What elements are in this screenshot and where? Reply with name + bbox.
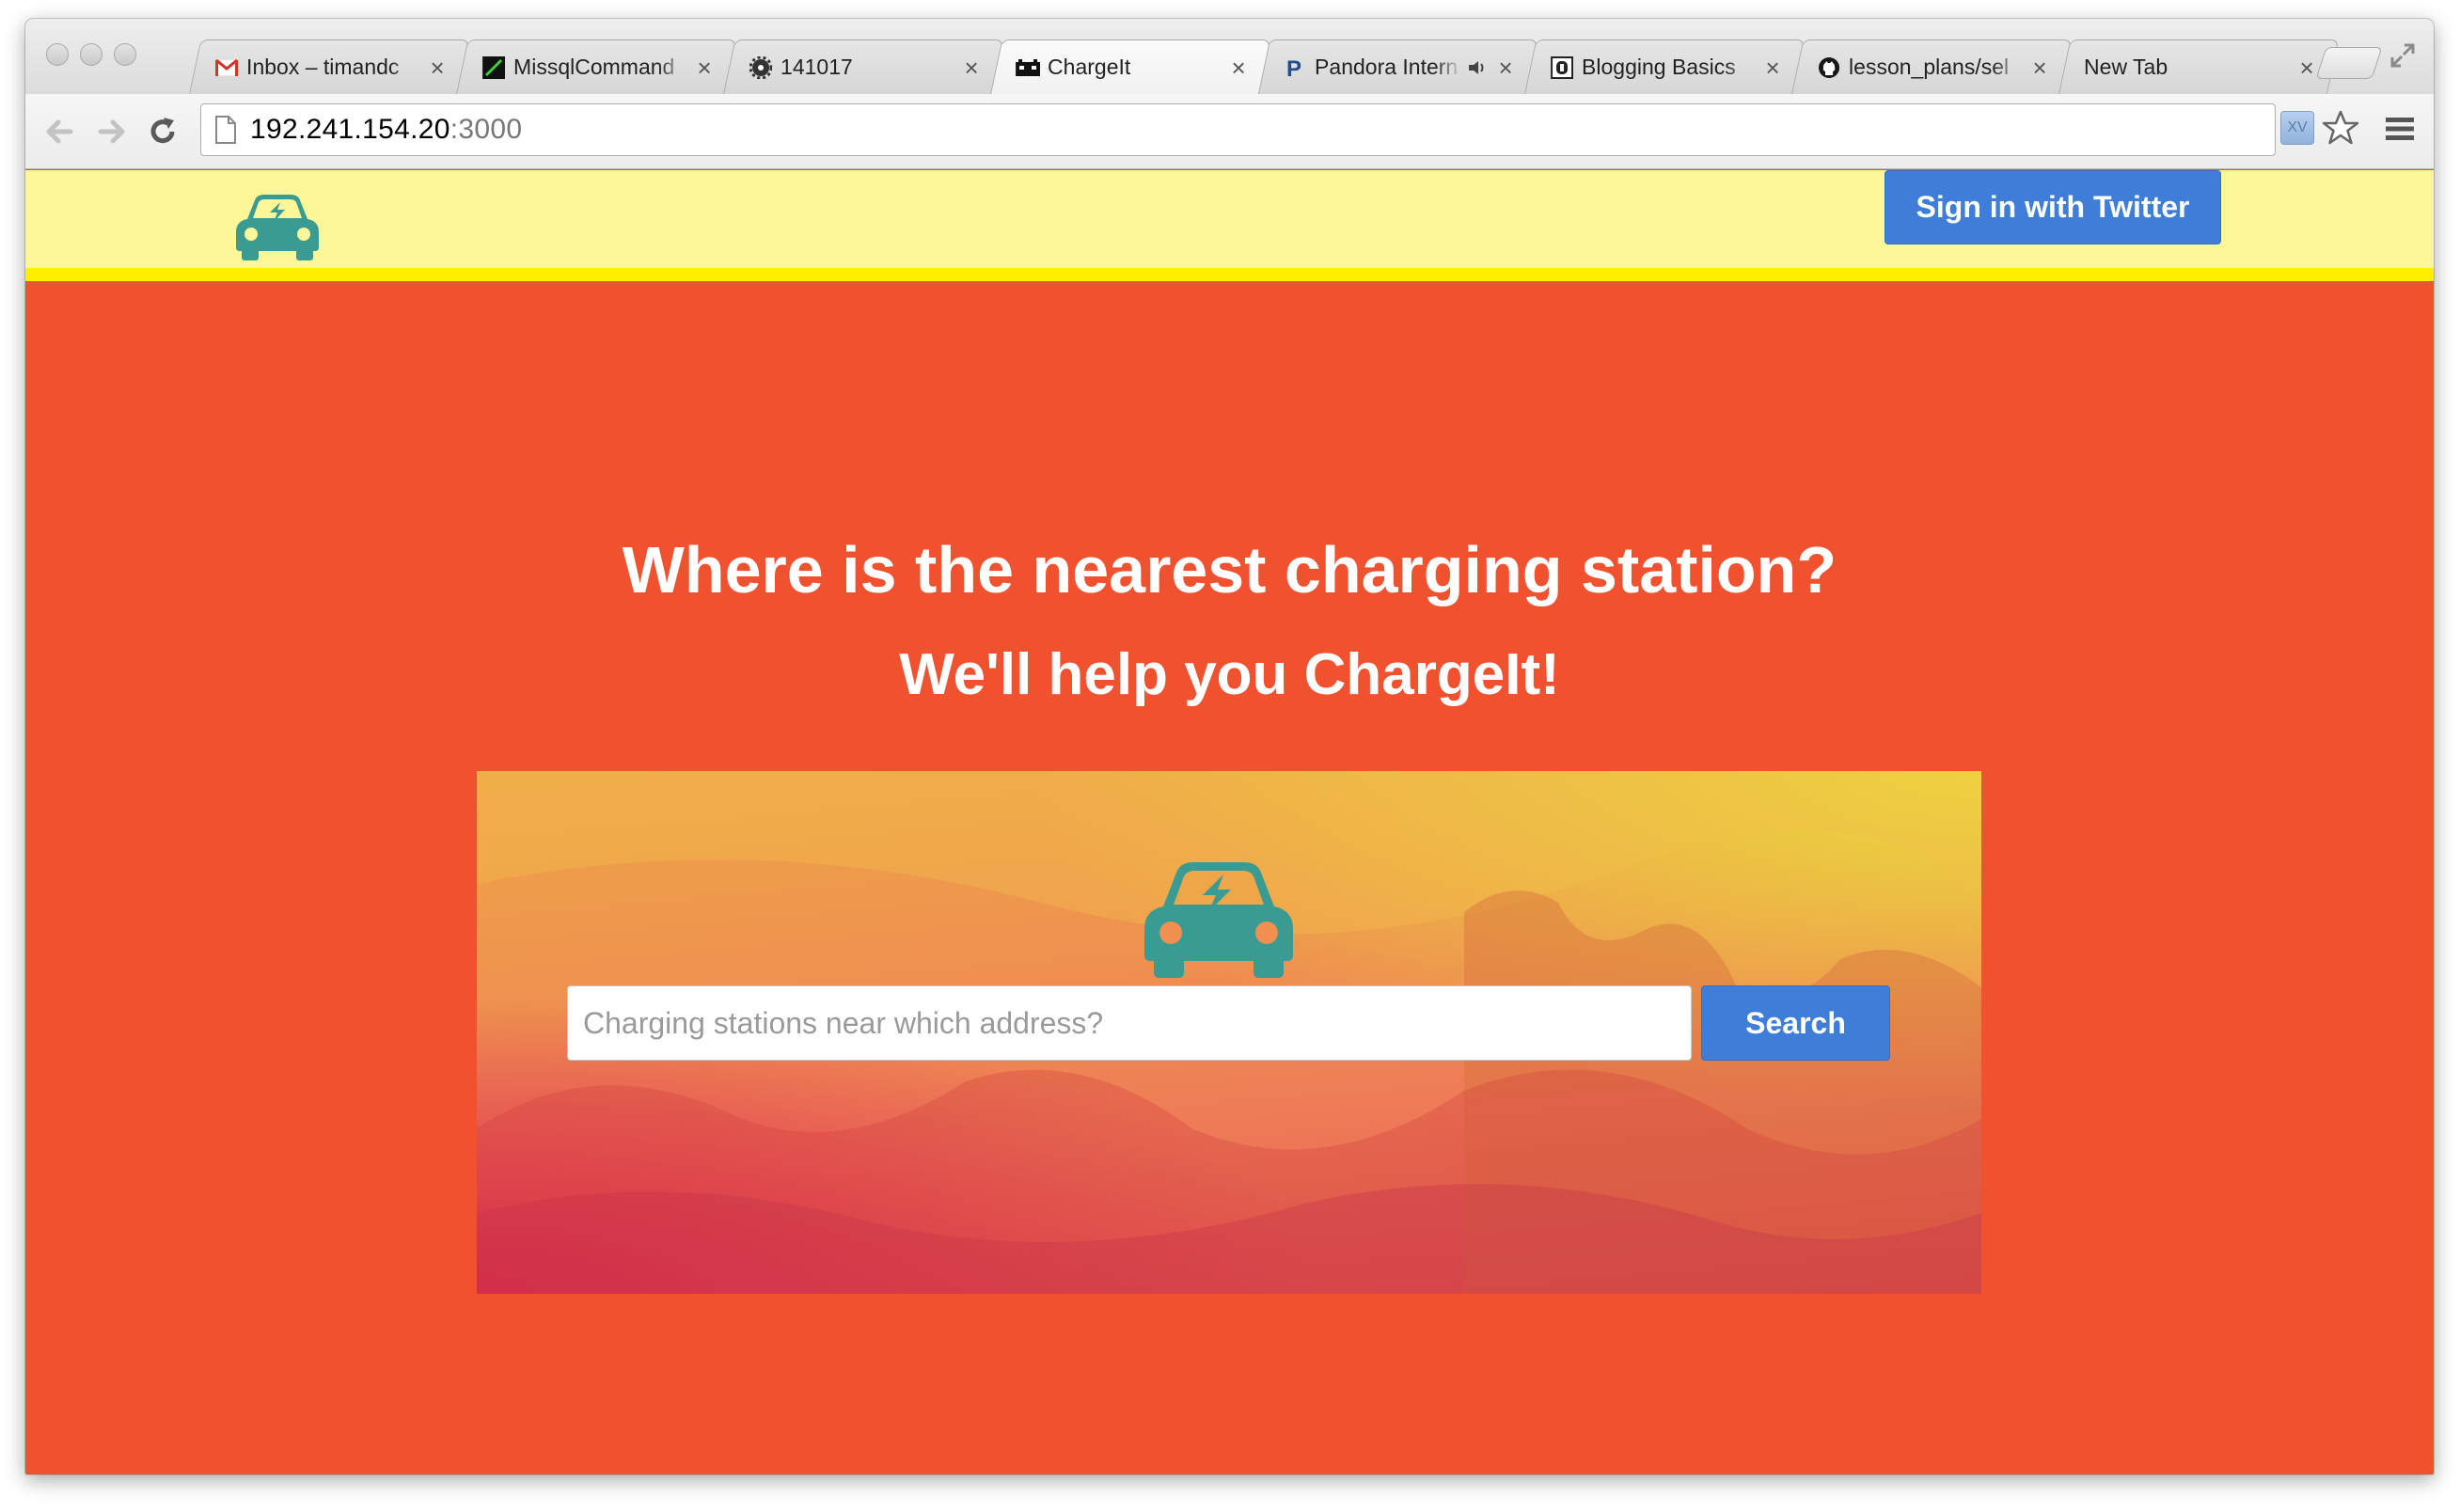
page-subheadline: We'll help you ChargeIt! — [899, 642, 1560, 707]
speaker-icon[interactable] — [1465, 55, 1490, 80]
tab-title: MissqlCommand — [513, 55, 675, 79]
url-port: :3000 — [449, 114, 523, 145]
tab-title: lesson_plans/sel — [1849, 55, 2010, 79]
hero-panel: Search — [477, 771, 1981, 1294]
close-tab-icon[interactable]: × — [1228, 54, 1249, 82]
close-tab-icon[interactable]: × — [2296, 54, 2317, 82]
search-button[interactable]: Search — [1701, 985, 1890, 1061]
tab-title: Pandora Intern — [1315, 55, 1459, 79]
url-host: 192.241.154.20 — [250, 114, 450, 145]
gmail-icon — [214, 55, 239, 80]
tab-new-tab[interactable]: New Tab × — [2058, 39, 2340, 94]
close-tab-icon[interactable]: × — [427, 54, 448, 82]
car-hero-icon — [1144, 862, 1293, 978]
close-tab-icon[interactable]: × — [2029, 54, 2050, 82]
sign-in-twitter-button[interactable]: Sign in with Twitter — [1884, 170, 2221, 244]
github-icon — [1817, 55, 1841, 80]
tab-missqlcommand[interactable]: MissqlCommand × — [456, 39, 737, 94]
extension-icon[interactable]: XV — [2280, 111, 2314, 145]
tab-141017[interactable]: 141017 × — [723, 39, 1004, 94]
browser-window: Inbox – timandc × MissqlCommand × 141017… — [25, 19, 2434, 1474]
tab-title: New Tab — [2084, 55, 2168, 79]
browser-toolbar: 192.241.154.20:3000 XV — [25, 94, 2434, 169]
close-tab-icon[interactable]: × — [1762, 54, 1783, 82]
zoom-window-button[interactable] — [114, 43, 136, 66]
reload-icon[interactable] — [146, 115, 180, 149]
new-tab-button[interactable] — [2315, 47, 2383, 79]
tab-pandora[interactable]: P Pandora Intern × — [1257, 39, 1538, 94]
blog-icon — [1550, 55, 1574, 80]
page-icon — [215, 116, 236, 144]
close-tab-icon[interactable]: × — [694, 54, 715, 82]
tab-strip: Inbox – timandc × MissqlCommand × 141017… — [25, 19, 2434, 94]
film-icon — [1016, 55, 1041, 80]
close-window-button[interactable] — [46, 43, 69, 66]
car-logo-icon[interactable] — [234, 193, 321, 262]
close-tab-icon[interactable]: × — [961, 54, 982, 82]
minimize-window-button[interactable] — [80, 43, 102, 66]
url-text: 192.241.154.20:3000 — [250, 114, 522, 146]
svg-text:P: P — [1286, 56, 1301, 79]
tab-inbox[interactable]: Inbox – timandc × — [189, 39, 470, 94]
menu-icon[interactable] — [2384, 115, 2416, 143]
pandora-icon: P — [1283, 55, 1307, 80]
page-headline: Where is the nearest charging station? — [622, 533, 1837, 606]
tab-chargeit[interactable]: ChargeIt × — [990, 39, 1271, 94]
terminal-icon — [481, 55, 506, 80]
tab-lesson-plans[interactable]: lesson_plans/sel × — [1791, 39, 2073, 94]
gear-icon — [749, 55, 773, 80]
address-bar[interactable]: 192.241.154.20:3000 — [200, 103, 2276, 156]
close-tab-icon[interactable]: × — [1495, 54, 1516, 82]
tab-title: Blogging Basics — [1582, 55, 1736, 79]
address-search-input[interactable] — [567, 985, 1692, 1061]
bookmark-star-icon[interactable] — [2322, 109, 2359, 147]
fullscreen-icon[interactable] — [2389, 41, 2417, 70]
forward-arrow-icon[interactable] — [95, 115, 129, 149]
tab-title: 141017 — [781, 55, 853, 79]
back-arrow-icon[interactable] — [42, 115, 76, 149]
site-header: Sign in with Twitter — [25, 170, 2434, 281]
tab-title: Inbox – timandc — [246, 55, 400, 79]
tab-blogging-basics[interactable]: Blogging Basics × — [1524, 39, 1806, 94]
tab-title: ChargeIt — [1048, 55, 1131, 79]
